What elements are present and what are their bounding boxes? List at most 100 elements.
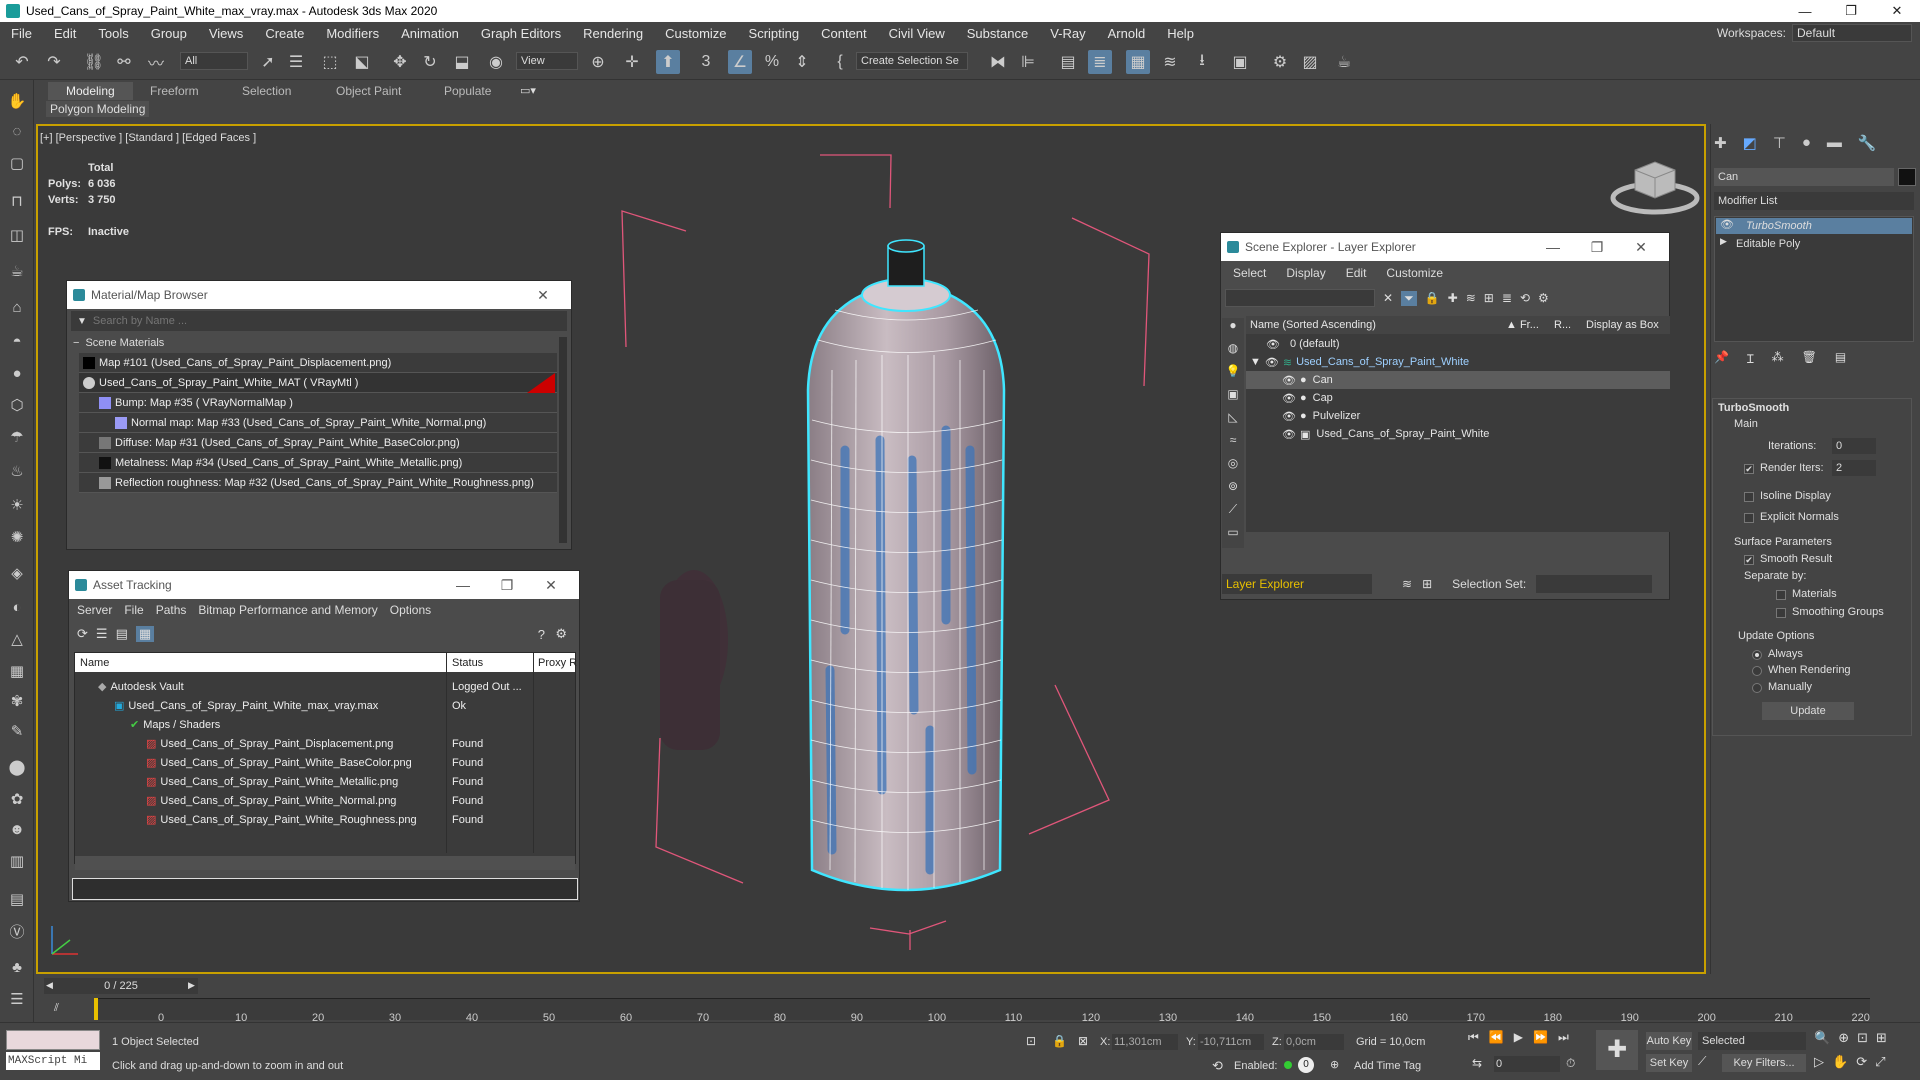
- display-lights-icon[interactable]: 💡: [1222, 364, 1244, 387]
- zoom-all-icon[interactable]: ⊕: [1838, 1030, 1849, 1046]
- move-icon[interactable]: ✥: [388, 50, 412, 74]
- pivot-icon[interactable]: ⊕: [586, 50, 610, 74]
- tab-populate[interactable]: Populate: [426, 82, 509, 100]
- display-all-icon[interactable]: ▭: [1222, 525, 1244, 548]
- rect-selection-icon[interactable]: ⬚: [318, 50, 342, 74]
- material-browser-scrollbar[interactable]: [559, 337, 567, 543]
- minimize-button[interactable]: —: [1782, 0, 1828, 22]
- col-status-header[interactable]: Status: [452, 653, 483, 672]
- col-display-as-box[interactable]: Display as Box: [1586, 319, 1666, 331]
- scene-menu-select[interactable]: Select: [1233, 266, 1266, 280]
- asset-close-button[interactable]: ✕: [529, 577, 573, 594]
- motion-tab-icon[interactable]: ●: [1802, 134, 1811, 152]
- render-production-icon[interactable]: ☕: [1332, 50, 1356, 74]
- scene-maximize-button[interactable]: ❐: [1575, 239, 1619, 256]
- hand-icon[interactable]: ✋: [6, 90, 28, 112]
- render-iters-checkbox[interactable]: ✔: [1744, 464, 1754, 474]
- hierarchy-tab-icon[interactable]: ⊤: [1773, 134, 1786, 152]
- prev-frame-icon[interactable]: ◀: [46, 980, 53, 991]
- maxscript-mini-input[interactable]: MAXScript Mi: [6, 1052, 100, 1070]
- when-rendering-radio[interactable]: [1752, 666, 1762, 676]
- tab-object-paint[interactable]: Object Paint: [318, 82, 419, 100]
- swirl-icon[interactable]: ◐: [6, 596, 28, 618]
- menu-group[interactable]: Group: [140, 26, 198, 41]
- mushroom-icon[interactable]: ☂: [6, 426, 28, 448]
- col-proxy-header[interactable]: Proxy R: [538, 653, 577, 672]
- col-name[interactable]: Name (Sorted Ascending): [1246, 319, 1506, 331]
- triangle-icon[interactable]: △: [6, 628, 28, 650]
- asset-maximize-button[interactable]: ❐: [485, 577, 529, 594]
- display-geometry-icon[interactable]: ◍: [1222, 341, 1244, 364]
- make-unique-icon[interactable]: ⁂: [1772, 350, 1784, 367]
- viewport-label[interactable]: [+] [Perspective ] [Standard ] [Edged Fa…: [40, 132, 256, 144]
- sync-icon[interactable]: ⟲: [1520, 291, 1530, 305]
- object-name-field[interactable]: Can: [1714, 168, 1894, 186]
- teapot-icon[interactable]: ☕: [6, 260, 28, 282]
- named-selection-dropdown[interactable]: Create Selection Se: [856, 52, 968, 70]
- explicit-normals-checkbox[interactable]: [1744, 513, 1754, 523]
- toggle-layer-explorer-icon[interactable]: ≣: [1088, 50, 1112, 74]
- toggle-ribbon-icon[interactable]: ▦: [1126, 50, 1150, 74]
- scene-explorer-titlebar[interactable]: Scene Explorer - Layer Explorer — ❐ ✕: [1221, 233, 1669, 261]
- scene-menu-display[interactable]: Display: [1286, 266, 1325, 280]
- track-bar-toggle-icon[interactable]: ⫽: [54, 1002, 59, 1015]
- menu-scripting[interactable]: Scripting: [738, 26, 811, 41]
- scene-search-input[interactable]: [1225, 289, 1375, 307]
- pan-icon[interactable]: ✋: [1832, 1054, 1848, 1070]
- asset-menu-file[interactable]: File: [124, 603, 143, 617]
- percent-snap-icon[interactable]: %: [760, 50, 784, 74]
- paint-icon[interactable]: ✎: [6, 720, 28, 742]
- current-frame-field[interactable]: 0: [1494, 1056, 1560, 1072]
- detail-view-icon[interactable]: ▤: [116, 626, 128, 642]
- asset-menu-options[interactable]: Options: [390, 603, 431, 617]
- add-layer-icon[interactable]: ✚: [1448, 291, 1458, 305]
- auto-key-button[interactable]: Auto Key: [1646, 1032, 1692, 1050]
- orbit-icon[interactable]: ◌: [6, 120, 28, 142]
- list-view-icon[interactable]: ☰: [96, 626, 108, 642]
- isoline-checkbox[interactable]: [1744, 492, 1754, 502]
- menu-animation[interactable]: Animation: [390, 26, 470, 41]
- bulb-icon[interactable]: ♨: [6, 460, 28, 482]
- material-item[interactable]: Map #101 (Used_Cans_of_Spray_Paint_Displ…: [79, 353, 557, 373]
- track-bar[interactable]: [94, 998, 1870, 1020]
- scale-icon[interactable]: ⬓: [450, 50, 474, 74]
- material-browser-close-button[interactable]: ✕: [521, 287, 565, 304]
- asset-horizontal-scrollbar[interactable]: [75, 856, 575, 870]
- play-icon[interactable]: ▶: [1514, 1030, 1523, 1045]
- table-row[interactable]: ✔ Maps / Shaders: [130, 715, 220, 734]
- menu-customize[interactable]: Customize: [654, 26, 737, 41]
- snaps-toggle-icon[interactable]: 3: [694, 50, 718, 74]
- key-filters-button[interactable]: Key Filters...: [1722, 1054, 1806, 1072]
- x-coordinate-field[interactable]: 11,301cm: [1112, 1034, 1178, 1050]
- lock-icon[interactable]: 🔒: [1425, 291, 1440, 305]
- time-slider[interactable]: 0 / 225: [44, 978, 198, 994]
- enabled-indicator-icon[interactable]: [1284, 1061, 1292, 1069]
- object-color-swatch[interactable]: [1898, 168, 1916, 186]
- prev-key-icon[interactable]: ⏪: [1489, 1030, 1504, 1045]
- settings-icon[interactable]: ⚙: [555, 626, 567, 642]
- time-tag-icon[interactable]: 0: [1298, 1057, 1314, 1073]
- box-icon[interactable]: ▢: [6, 152, 28, 174]
- material-item[interactable]: Reflection roughness: Map #32 (Used_Cans…: [79, 473, 557, 493]
- tree-row[interactable]: 👁 ▣ Used_Cans_of_Spray_Paint_White: [1246, 425, 1670, 443]
- scene-minimize-button[interactable]: —: [1531, 239, 1575, 255]
- stack-icon[interactable]: ▥: [6, 850, 28, 872]
- tree-icon[interactable]: ♣: [6, 956, 28, 978]
- always-radio[interactable]: [1752, 650, 1762, 660]
- zoom-icon[interactable]: 🔍: [1814, 1030, 1830, 1046]
- tab-freeform[interactable]: Freeform: [132, 82, 217, 100]
- menu-help[interactable]: Help: [1156, 26, 1205, 41]
- display-none-icon[interactable]: ●: [1222, 318, 1244, 341]
- menu-file[interactable]: File: [0, 26, 43, 41]
- asset-tracking-titlebar[interactable]: Asset Tracking — ❐ ✕: [69, 571, 579, 599]
- add-time-tag-icon[interactable]: ⊕: [1330, 1058, 1339, 1071]
- expand-arrow-icon[interactable]: ▼: [1250, 356, 1261, 368]
- configure-sets-icon[interactable]: ▤: [1835, 350, 1846, 367]
- table-row[interactable]: ▣ Used_Cans_of_Spray_Paint_White_max_vray…: [114, 696, 378, 715]
- visibility-eye-icon[interactable]: 👁: [1282, 392, 1296, 405]
- material-editor-icon[interactable]: ▣: [1228, 50, 1252, 74]
- menu-civil-view[interactable]: Civil View: [878, 26, 956, 41]
- zoom-extents-icon[interactable]: ⊡: [1857, 1030, 1868, 1046]
- scene-menu-customize[interactable]: Customize: [1386, 266, 1443, 280]
- stack-expand-icon[interactable]: ▶: [1720, 236, 1727, 247]
